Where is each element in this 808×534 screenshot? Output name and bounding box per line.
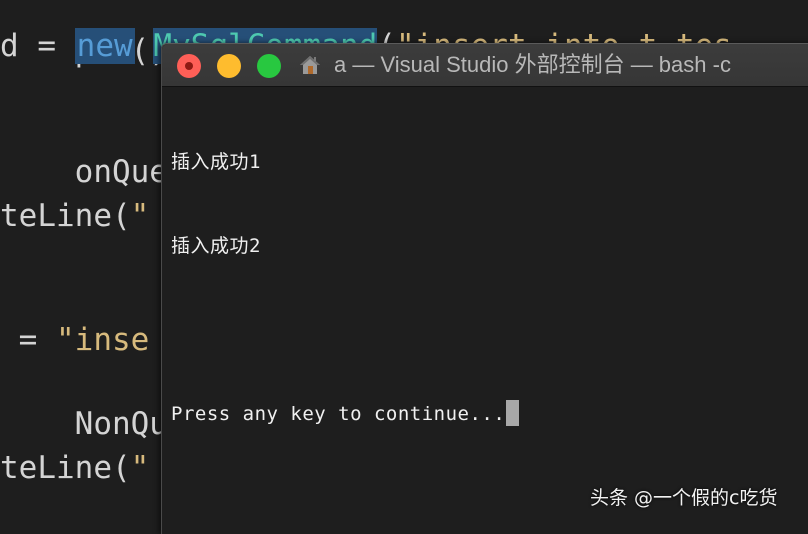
home-icon xyxy=(299,54,321,76)
output-line: 插入成功2 xyxy=(171,235,261,257)
prompt-text: Press any key to continue... xyxy=(171,403,506,425)
code-line: teLine(" xyxy=(0,447,149,489)
minimize-button[interactable] xyxy=(217,54,241,78)
text-cursor xyxy=(506,400,520,426)
terminal-window[interactable]: a — Visual Studio 外部控制台 — bash -c 插入成功1 … xyxy=(161,43,808,534)
output-line: 插入成功1 xyxy=(171,151,261,173)
code-text: = xyxy=(0,322,56,358)
code-line: = "inse xyxy=(0,319,150,361)
window-title: a — Visual Studio 外部控制台 — bash -c xyxy=(334,52,731,77)
output-line-prompt: Press any key to continue... xyxy=(171,400,520,428)
title-bar[interactable]: a — Visual Studio 外部控制台 — bash -c xyxy=(162,44,808,87)
code-text: teLine( xyxy=(0,450,131,486)
string-literal: "inse xyxy=(56,322,150,358)
string-literal: " xyxy=(130,450,150,486)
watermark: 头条 @一个假的c吃货 xyxy=(590,487,778,509)
maximize-button[interactable] xyxy=(257,54,281,78)
string-literal: " xyxy=(130,198,150,234)
close-button[interactable] xyxy=(177,54,201,78)
terminal-output[interactable]: 插入成功1 插入成功2 Press any key to continue... xyxy=(171,92,520,484)
code-line: teLine(" xyxy=(0,195,149,237)
code-text: teLine( xyxy=(0,198,131,234)
code-text: d = xyxy=(0,28,75,64)
keyword-new: new xyxy=(74,28,135,64)
